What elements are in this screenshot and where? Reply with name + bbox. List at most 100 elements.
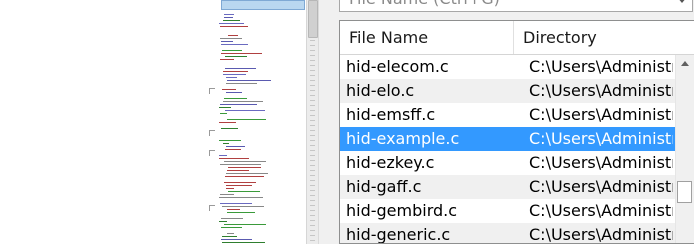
- minimap-scroll-thumb[interactable]: [308, 0, 318, 38]
- minimap-scroll-mark: [310, 55, 315, 56]
- minimap-code-line: [226, 185, 252, 186]
- directory-cell: C:\Users\Administra: [529, 225, 673, 244]
- minimap-code-line: [220, 26, 248, 27]
- file-name-cell: hid-emsff.c: [346, 105, 436, 124]
- minimap-scroll-mark: [310, 235, 315, 236]
- minimap-scroll-mark: [310, 210, 315, 211]
- minimap-code-line: [226, 77, 237, 78]
- minimap-code-line: [222, 236, 237, 237]
- table-row[interactable]: hid-elo.c C:\Users\Administra: [340, 79, 694, 103]
- code-minimap[interactable]: [205, 0, 305, 244]
- chevron-down-icon[interactable]: [677, 0, 687, 3]
- minimap-scroll-mark: [310, 190, 315, 191]
- file-name-cell: hid-gembird.c: [346, 201, 458, 220]
- minimap-code-line: [221, 227, 242, 228]
- minimap-scroll-mark: [310, 60, 315, 61]
- minimap-code-line: [219, 155, 227, 156]
- minimap-code-line: [222, 89, 236, 90]
- table-row[interactable]: hid-generic.c C:\Users\Administra: [340, 223, 694, 244]
- minimap-code-line: [221, 44, 248, 45]
- minimap-scroll-mark: [310, 70, 315, 71]
- minimap-code-line: [226, 146, 245, 147]
- minimap-scroll-mark: [310, 80, 315, 81]
- minimap-scroll-mark: [310, 240, 315, 241]
- minimap-code-line: [227, 209, 240, 210]
- directory-cell: C:\Users\Administra: [529, 177, 673, 196]
- minimap-scroll-mark: [310, 110, 315, 111]
- minimap-code-line: [225, 176, 264, 177]
- table-row[interactable]: hid-emsff.c C:\Users\Administra: [340, 103, 694, 127]
- file-search-input[interactable]: File Name (Ctrl+G): [339, 0, 693, 12]
- minimap-scroll-mark: [310, 165, 315, 166]
- minimap-scroll-mark: [310, 105, 315, 106]
- minimap-code-line: [220, 59, 234, 60]
- minimap-code-line: [219, 23, 244, 24]
- minimap-scroll-mark: [310, 130, 315, 131]
- minimap-fold-marker: [209, 130, 215, 136]
- minimap-code-line: [219, 197, 263, 198]
- minimap-code-line: [223, 143, 229, 144]
- minimap-scroll-mark: [310, 155, 315, 156]
- minimap-scroll-mark: [310, 125, 315, 126]
- minimap-scrollbar[interactable]: [306, 0, 318, 244]
- minimap-code-line: [219, 122, 236, 123]
- minimap-scroll-mark: [310, 230, 315, 231]
- minimap-code-line: [228, 167, 261, 168]
- minimap-code-line: [223, 71, 248, 72]
- minimap-scroll-mark: [310, 140, 315, 141]
- minimap-scroll-mark: [310, 175, 315, 176]
- minimap-code-line: [227, 80, 271, 81]
- minimap-code-line: [223, 101, 263, 102]
- directory-cell: C:\Users\Administra: [529, 57, 673, 76]
- minimap-viewport-highlight[interactable]: [221, 0, 305, 10]
- file-list-scrollbar[interactable]: [675, 55, 694, 243]
- minimap-code-line: [224, 98, 247, 99]
- column-header-file-name[interactable]: File Name: [340, 21, 514, 54]
- table-row[interactable]: hid-example.c C:\Users\Administra: [340, 127, 694, 151]
- directory-cell: C:\Users\Administra: [529, 201, 673, 220]
- file-navigator-panel: File Name (Ctrl+G) File Name Directory h…: [331, 0, 694, 244]
- minimap-code-line: [222, 206, 264, 207]
- file-name-cell: hid-elecom.c: [346, 57, 449, 76]
- minimap-scroll-mark: [310, 135, 315, 136]
- minimap-code-line: [223, 74, 246, 75]
- file-search-placeholder: File Name (Ctrl+G): [349, 0, 500, 8]
- panel-splitter[interactable]: [318, 0, 332, 244]
- minimap-scroll-mark: [310, 40, 315, 41]
- minimap-scroll-mark: [310, 65, 315, 66]
- minimap-code-line: [227, 212, 255, 213]
- file-list-scroll-thumb[interactable]: [677, 181, 692, 203]
- table-row[interactable]: hid-gaff.c C:\Users\Administra: [340, 175, 694, 199]
- minimap-code-line: [220, 203, 252, 204]
- minimap-scroll-mark: [310, 75, 315, 76]
- minimap-scroll-mark: [310, 215, 315, 216]
- minimap-code-line: [227, 119, 266, 120]
- minimap-scroll-mark: [310, 145, 315, 146]
- minimap-scroll-mark: [310, 100, 315, 101]
- column-header-directory[interactable]: Directory: [514, 21, 694, 54]
- minimap-code-line: [219, 221, 227, 222]
- minimap-scroll-mark: [310, 220, 315, 221]
- minimap-code-line: [220, 164, 261, 165]
- minimap-code-line: [224, 17, 233, 18]
- minimap-code-line: [224, 224, 266, 225]
- directory-cell: C:\Users\Administra: [529, 153, 673, 172]
- minimap-code-line: [221, 239, 252, 240]
- scroll-up-arrow-icon[interactable]: [676, 55, 694, 73]
- file-list-rows: hid-elecom.c C:\Users\Administra hid-elo.c…: [340, 55, 694, 244]
- minimap-code-line: [221, 41, 233, 42]
- file-name-cell: hid-ezkey.c: [346, 153, 435, 172]
- minimap-code-line: [225, 68, 256, 69]
- minimap-code-line: [219, 107, 231, 108]
- minimap-code-line: [222, 50, 242, 51]
- minimap-code-line: [225, 149, 241, 150]
- table-row[interactable]: hid-ezkey.c C:\Users\Administra: [340, 151, 694, 175]
- minimap-scroll-mark: [310, 180, 315, 181]
- minimap-code-line: [228, 191, 260, 192]
- minimap-scroll-mark: [310, 150, 315, 151]
- table-row[interactable]: hid-elecom.c C:\Users\Administra: [340, 55, 694, 79]
- table-row[interactable]: hid-gembird.c C:\Users\Administra: [340, 199, 694, 223]
- minimap-code-line: [220, 113, 227, 114]
- directory-cell: C:\Users\Administra: [529, 105, 673, 124]
- minimap-scroll-mark: [310, 95, 315, 96]
